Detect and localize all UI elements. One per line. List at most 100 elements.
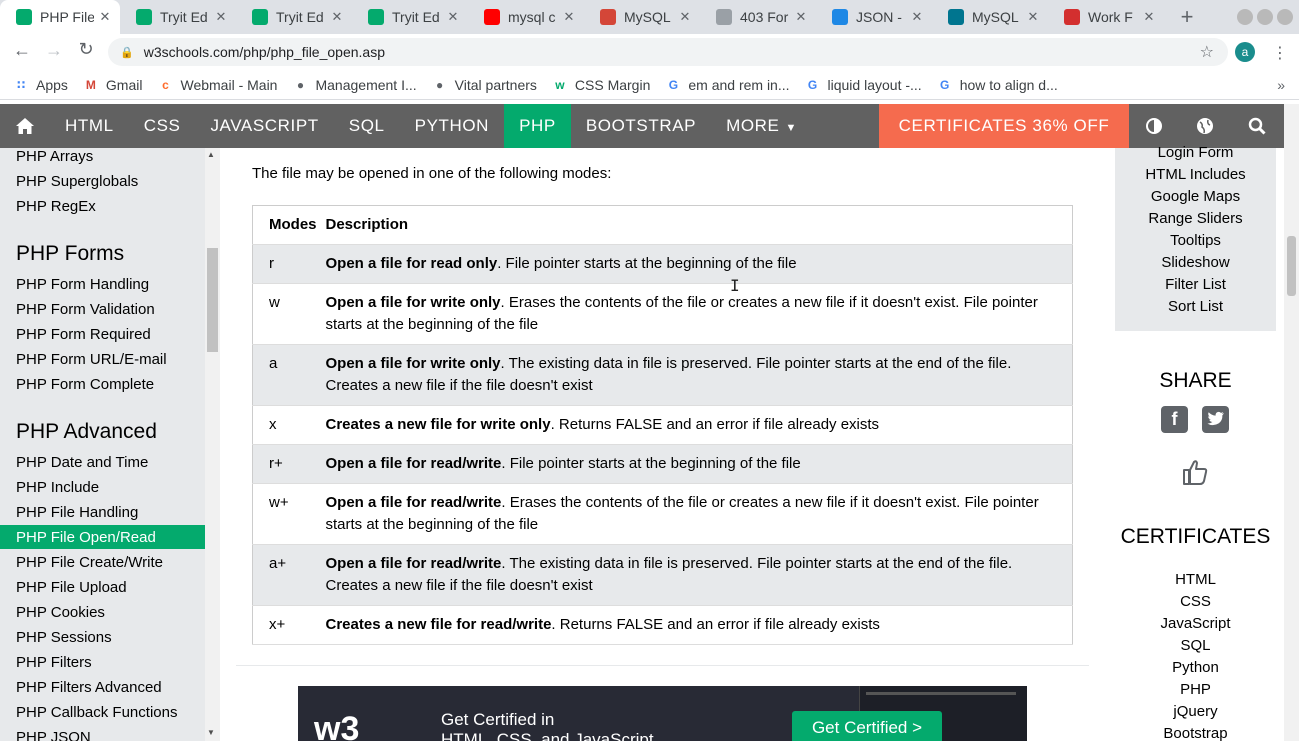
browser-tab[interactable]: MySQL ✕ [932, 0, 1048, 34]
close-window-button[interactable] [1277, 9, 1293, 25]
sidebar-link[interactable]: PHP Date and Time [16, 454, 148, 471]
nav-item-html[interactable]: HTML [50, 104, 129, 148]
sidebar-scrollbar-thumb[interactable] [207, 248, 218, 352]
bookmark-item[interactable]: Gem and rem in... [666, 77, 790, 93]
close-tab-icon[interactable]: ✕ [98, 9, 112, 25]
back-button[interactable]: ← [6, 40, 38, 61]
get-certified-button[interactable]: Get Certified > [792, 711, 942, 741]
bookmark-item[interactable]: c Webmail - Main [158, 77, 277, 93]
sidebar-link[interactable]: PHP Arrays [16, 148, 93, 165]
sidebar-link[interactable]: PHP Superglobals [16, 173, 138, 190]
browser-tab[interactable]: PHP File ✕ [0, 0, 120, 34]
facebook-icon[interactable]: f [1161, 406, 1188, 433]
sidebar-link[interactable]: PHP Filters [16, 654, 92, 671]
bookmark-item[interactable]: M Gmail [84, 77, 143, 93]
browser-tab[interactable]: mysql c ✕ [468, 0, 584, 34]
browser-tab[interactable]: Tryit Ed ✕ [120, 0, 236, 34]
browser-tab[interactable]: Work F ✕ [1048, 0, 1164, 34]
sidebar-link[interactable]: PHP File Create/Write [16, 554, 163, 571]
browser-tab[interactable]: JSON - ✕ [816, 0, 932, 34]
sidebar-link[interactable]: PHP Form Complete [16, 376, 154, 393]
sidebar-scrollbar[interactable] [205, 148, 220, 741]
close-tab-icon[interactable]: ✕ [1142, 9, 1156, 25]
howto-link[interactable]: Login Form [1115, 144, 1276, 161]
certificate-link[interactable]: jQuery [1115, 703, 1276, 720]
bookmark-star-icon[interactable]: ☆ [1200, 42, 1214, 62]
sidebar-link[interactable]: PHP Form Required [16, 326, 151, 343]
certification-banner[interactable]: w3 Get Certified in HTML, CSS, and JavaS… [298, 686, 1027, 741]
nav-item-sql[interactable]: SQL [334, 104, 400, 148]
howto-link[interactable]: Slideshow [1115, 254, 1276, 271]
nav-item-bootstrap[interactable]: BOOTSTRAP [571, 104, 711, 148]
bookmark-item[interactable]: Ghow to align d... [938, 77, 1058, 93]
sidebar-link[interactable]: PHP Callback Functions [16, 704, 177, 721]
browser-menu-icon[interactable]: ⋮ [1272, 43, 1288, 63]
howto-link[interactable]: Range Sliders [1115, 210, 1276, 227]
sidebar-link[interactable]: PHP File Handling [16, 504, 138, 521]
bookmark-item[interactable]: Gliquid layout -... [806, 77, 922, 93]
sidebar-link[interactable]: PHP JSON [16, 729, 91, 741]
sidebar-link[interactable]: PHP Include [16, 479, 99, 496]
sidebar-link[interactable]: PHP File Upload [16, 579, 127, 596]
close-tab-icon[interactable]: ✕ [446, 9, 460, 25]
howto-link[interactable]: Sort List [1115, 298, 1276, 315]
certificates-promo-button[interactable]: CERTIFICATES 36% OFF [879, 104, 1129, 148]
close-tab-icon[interactable]: ✕ [562, 9, 576, 25]
close-tab-icon[interactable]: ✕ [794, 9, 808, 25]
certificate-link[interactable]: PHP [1115, 681, 1276, 698]
dark-mode-icon[interactable] [1129, 104, 1179, 148]
nav-item-javascript[interactable]: JAVASCRIPT [195, 104, 333, 148]
close-tab-icon[interactable]: ✕ [1026, 9, 1040, 25]
bookmark-item[interactable]: ∷ Apps [14, 77, 68, 93]
nav-item-more[interactable]: MORE ▼ [711, 104, 812, 148]
certificate-link[interactable]: Python [1115, 659, 1276, 676]
close-tab-icon[interactable]: ✕ [910, 9, 924, 25]
forward-button[interactable]: → [38, 40, 70, 61]
certificate-link[interactable]: HTML [1115, 571, 1276, 588]
howto-link[interactable]: HTML Includes [1115, 166, 1276, 183]
browser-tab[interactable]: Tryit Ed ✕ [352, 0, 468, 34]
certificate-link[interactable]: SQL [1115, 637, 1276, 654]
nav-item-php[interactable]: PHP [504, 104, 571, 148]
browser-tab[interactable]: Tryit Ed ✕ [236, 0, 352, 34]
minimize-button[interactable] [1237, 9, 1253, 25]
sidebar-link[interactable]: PHP Sessions [16, 629, 112, 646]
page-scrollbar[interactable] [1284, 104, 1299, 741]
close-tab-icon[interactable]: ✕ [330, 9, 344, 25]
thumbs-up-like-icon[interactable] [1181, 458, 1209, 486]
sidebar-link[interactable]: PHP Form URL/E-mail [16, 351, 167, 368]
url-omnibox[interactable]: 🔒 w3schools.com/php/php_file_open.asp ☆ [108, 38, 1228, 66]
reload-button[interactable]: ↻ [70, 39, 102, 60]
sidebar-link[interactable]: PHP Cookies [16, 604, 105, 621]
certificate-link[interactable]: Bootstrap [1115, 725, 1276, 741]
howto-link[interactable]: Tooltips [1115, 232, 1276, 249]
certificate-link[interactable]: CSS [1115, 593, 1276, 610]
scroll-down-arrow-icon[interactable]: ▼ [207, 728, 215, 737]
certificate-link[interactable]: JavaScript [1115, 615, 1276, 632]
close-tab-icon[interactable]: ✕ [678, 9, 692, 25]
more-bookmarks-chevron-icon[interactable]: » [1277, 77, 1285, 93]
browser-tab[interactable]: MySQL ✕ [584, 0, 700, 34]
bookmark-item[interactable]: ● Management I... [293, 77, 417, 93]
twitter-icon[interactable] [1202, 406, 1229, 433]
home-icon[interactable] [0, 104, 50, 148]
close-tab-icon[interactable]: ✕ [214, 9, 228, 25]
sidebar-link[interactable]: PHP Form Handling [16, 276, 149, 293]
profile-avatar[interactable]: a [1235, 42, 1255, 62]
scroll-up-arrow-icon[interactable]: ▲ [207, 150, 215, 159]
bookmark-item[interactable]: w CSS Margin [553, 77, 650, 93]
sidebar-link[interactable]: PHP Filters Advanced [16, 679, 162, 696]
sidebar-link[interactable]: PHP Form Validation [16, 301, 155, 318]
sidebar-link[interactable]: PHP RegEx [16, 198, 96, 215]
nav-item-python[interactable]: PYTHON [400, 104, 504, 148]
globe-icon[interactable] [1180, 104, 1230, 148]
howto-link[interactable]: Filter List [1115, 276, 1276, 293]
sidebar-link-active[interactable]: PHP File Open/Read [16, 529, 156, 546]
page-scrollbar-thumb[interactable] [1287, 236, 1296, 296]
new-tab-button[interactable]: + [1172, 0, 1202, 34]
bookmark-item[interactable]: ● Vital partners [433, 77, 537, 93]
maximize-button[interactable] [1257, 9, 1273, 25]
howto-link[interactable]: Google Maps [1115, 188, 1276, 205]
browser-tab[interactable]: 403 For ✕ [700, 0, 816, 34]
nav-item-css[interactable]: CSS [129, 104, 196, 148]
